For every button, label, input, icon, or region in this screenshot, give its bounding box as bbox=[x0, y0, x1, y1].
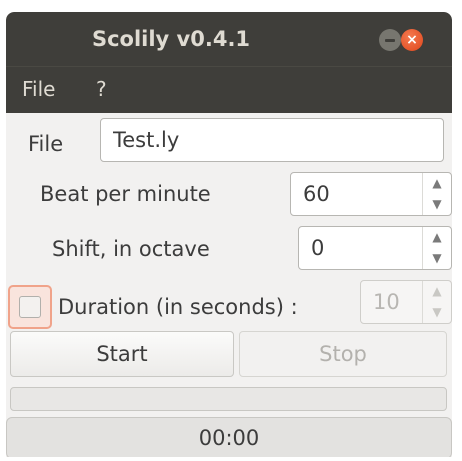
duration-label: Duration (in seconds) : bbox=[58, 295, 298, 319]
spin-down-icon[interactable]: ▼ bbox=[423, 194, 451, 215]
minimize-button[interactable] bbox=[379, 29, 401, 51]
spin-down-icon[interactable]: ▼ bbox=[423, 302, 451, 323]
bpm-value[interactable]: 60 bbox=[303, 173, 330, 215]
elapsed-time: 00:00 bbox=[6, 417, 452, 457]
spin-up-icon[interactable]: ▲ bbox=[423, 227, 451, 248]
shift-label: Shift, in octave bbox=[52, 237, 210, 261]
start-button[interactable]: Start bbox=[10, 331, 234, 377]
spin-up-icon[interactable]: ▲ bbox=[423, 173, 451, 194]
duration-value[interactable]: 10 bbox=[373, 281, 400, 323]
duration-spinbox[interactable]: 10 ▲ ▼ bbox=[360, 280, 452, 324]
file-label: File bbox=[28, 132, 64, 156]
menu-file[interactable]: File bbox=[22, 67, 55, 113]
bpm-label: Beat per minute bbox=[40, 182, 211, 206]
menu-help[interactable]: ? bbox=[96, 67, 107, 113]
spin-up-icon[interactable]: ▲ bbox=[423, 281, 451, 302]
title-bar: Scolily v0.4.1 × bbox=[6, 12, 452, 66]
stop-button[interactable]: Stop bbox=[239, 331, 447, 377]
shift-value[interactable]: 0 bbox=[311, 227, 324, 269]
duration-checkbox[interactable] bbox=[8, 285, 52, 329]
spin-down-icon[interactable]: ▼ bbox=[423, 248, 451, 269]
progress-bar bbox=[10, 387, 447, 411]
app-window: Scolily v0.4.1 × File ? File Beat per mi… bbox=[6, 12, 452, 457]
file-input[interactable] bbox=[100, 118, 444, 162]
bpm-spinbox[interactable]: 60 ▲ ▼ bbox=[290, 172, 452, 216]
menu-bar: File ? bbox=[6, 66, 452, 113]
shift-spinbox[interactable]: 0 ▲ ▼ bbox=[298, 226, 452, 270]
window-title: Scolily v0.4.1 bbox=[91, 27, 251, 51]
close-button[interactable]: × bbox=[401, 29, 423, 51]
